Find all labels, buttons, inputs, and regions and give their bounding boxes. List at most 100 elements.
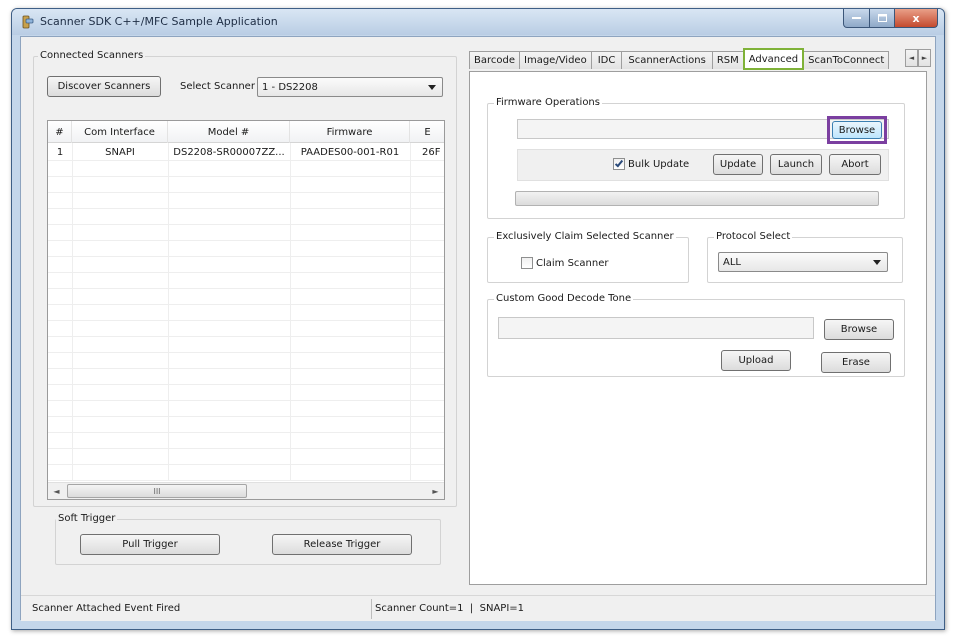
status-bar: Scanner Attached Event Fired Scanner Cou… xyxy=(21,595,935,621)
grid-line xyxy=(48,304,444,305)
maximize-icon xyxy=(877,14,887,22)
abort-button[interactable]: Abort xyxy=(829,154,881,175)
grid-line xyxy=(48,288,444,289)
select-scanner-combo[interactable]: 1 - DS2208 xyxy=(257,77,443,97)
grid-line xyxy=(48,176,444,177)
grid-line xyxy=(48,368,444,369)
grid-line xyxy=(48,256,444,257)
firmware-operations-label: Firmware Operations xyxy=(494,97,602,108)
claim-scanner-group-label: Exclusively Claim Selected Scanner xyxy=(494,231,676,242)
maximize-button[interactable] xyxy=(870,9,895,28)
cell-index: 1 xyxy=(56,146,64,158)
column-header-firmware[interactable]: Firmware xyxy=(290,121,410,143)
discover-scanners-button[interactable]: Discover Scanners xyxy=(47,76,161,97)
claim-scanner-checkbox[interactable] xyxy=(521,257,533,269)
column-header-model[interactable]: Model # xyxy=(168,121,290,143)
grid-line xyxy=(48,416,444,417)
grid-line xyxy=(48,160,444,161)
grid-line xyxy=(48,464,444,465)
app-window: Scanner SDK C++/MFC Sample Application x… xyxy=(11,8,945,630)
minimize-button[interactable] xyxy=(843,9,870,28)
grid-line xyxy=(290,143,291,481)
tab-scan-to-connect[interactable]: ScanToConnect xyxy=(803,51,890,69)
cell-model: DS2208-SR00007ZZ... xyxy=(173,146,285,158)
scroll-right-icon[interactable]: ► xyxy=(427,483,444,499)
tone-path-input[interactable] xyxy=(498,317,814,339)
scroll-left-icon[interactable]: ◄ xyxy=(48,483,65,499)
release-trigger-button[interactable]: Release Trigger xyxy=(272,534,412,555)
status-message: Scanner Attached Event Fired xyxy=(32,603,181,614)
grid-line xyxy=(168,143,169,481)
title-bar[interactable]: Scanner SDK C++/MFC Sample Application x xyxy=(12,9,944,35)
tab-scroll-right-icon[interactable]: ► xyxy=(918,49,931,67)
soft-trigger-label: Soft Trigger xyxy=(56,513,118,524)
claim-scanner-label: Claim Scanner xyxy=(536,258,609,269)
scrollbar-thumb[interactable]: III xyxy=(67,484,247,498)
grid-line xyxy=(48,192,444,193)
window-title: Scanner SDK C++/MFC Sample Application xyxy=(40,15,278,28)
protocol-select-value: ALL xyxy=(723,256,741,268)
window-controls: x xyxy=(843,9,938,28)
protocol-select-combo[interactable]: ALL xyxy=(718,252,888,272)
grid-line xyxy=(48,320,444,321)
grid-line xyxy=(48,224,444,225)
cell-firmware: PAADES00-001-R01 xyxy=(300,146,400,158)
status-counts: Scanner Count=1 | SNAPI=1 xyxy=(375,603,525,614)
grid-line xyxy=(48,240,444,241)
bulk-update-label: Bulk Update xyxy=(628,159,690,170)
tone-browse-button[interactable]: Browse xyxy=(824,319,894,340)
grid-line xyxy=(48,480,444,481)
grid-line xyxy=(48,272,444,273)
close-button[interactable]: x xyxy=(895,9,938,28)
grip-icon: III xyxy=(153,486,161,496)
column-header-com-interface[interactable]: Com Interface xyxy=(72,121,168,143)
tab-scroll-buttons: ◄ ► xyxy=(905,49,931,67)
app-icon xyxy=(22,15,34,29)
chevron-down-icon xyxy=(873,260,881,265)
protocol-select-label: Protocol Select xyxy=(714,231,793,242)
connected-scanners-label: Connected Scanners xyxy=(38,50,146,61)
pull-trigger-button[interactable]: Pull Trigger xyxy=(80,534,220,555)
client-area: Connected Scanners Discover Scanners Sel… xyxy=(20,36,936,621)
grid-line xyxy=(48,384,444,385)
tab-rsm[interactable]: RSM xyxy=(711,51,744,69)
cell-com-interface: SNAPI xyxy=(105,146,135,158)
tab-idc[interactable]: IDC xyxy=(590,51,623,69)
status-separator xyxy=(371,599,372,619)
close-icon: x xyxy=(912,11,920,25)
scanner-list[interactable]: # Com Interface Model # Firmware E 1 SNA… xyxy=(47,120,445,500)
grid-line xyxy=(48,208,444,209)
horizontal-scrollbar[interactable]: ◄ III ► xyxy=(48,482,444,499)
grid-line xyxy=(72,143,73,481)
update-button[interactable]: Update xyxy=(713,154,763,175)
launch-button[interactable]: Launch xyxy=(770,154,822,175)
erase-button[interactable]: Erase xyxy=(821,352,891,373)
firmware-browse-button[interactable]: Browse xyxy=(832,121,882,139)
scanner-list-header: # Com Interface Model # Firmware E xyxy=(48,121,444,143)
table-row[interactable]: 1 SNAPI DS2208-SR00007ZZ... PAADES00-001… xyxy=(48,144,444,160)
checkmark-icon xyxy=(614,158,624,168)
grid-line xyxy=(48,352,444,353)
minimize-icon xyxy=(852,17,861,19)
cell-extra: 26F xyxy=(422,146,441,158)
bulk-update-checkbox[interactable] xyxy=(613,158,625,170)
tab-strip: Barcode Image/Video IDC ScannerActions R… xyxy=(469,48,890,70)
upload-button[interactable]: Upload xyxy=(721,350,791,371)
grid-line xyxy=(410,143,411,481)
chevron-down-icon xyxy=(428,85,436,90)
tab-image-video[interactable]: Image/Video xyxy=(519,51,592,69)
tab-advanced[interactable]: Advanced xyxy=(742,48,805,70)
grid-line xyxy=(48,336,444,337)
tab-scanner-actions[interactable]: ScannerActions xyxy=(621,51,713,69)
grid-line xyxy=(48,432,444,433)
tab-barcode[interactable]: Barcode xyxy=(469,51,520,69)
select-scanner-label: Select Scanner xyxy=(180,81,255,92)
grid-line xyxy=(48,400,444,401)
column-header-extra[interactable]: E xyxy=(410,121,444,143)
select-scanner-value: 1 - DS2208 xyxy=(262,81,318,93)
decode-tone-label: Custom Good Decode Tone xyxy=(494,293,634,304)
column-header-index[interactable]: # xyxy=(48,121,72,143)
grid-line xyxy=(48,448,444,449)
firmware-progress-bar xyxy=(515,191,879,206)
tab-scroll-left-icon[interactable]: ◄ xyxy=(905,49,918,67)
